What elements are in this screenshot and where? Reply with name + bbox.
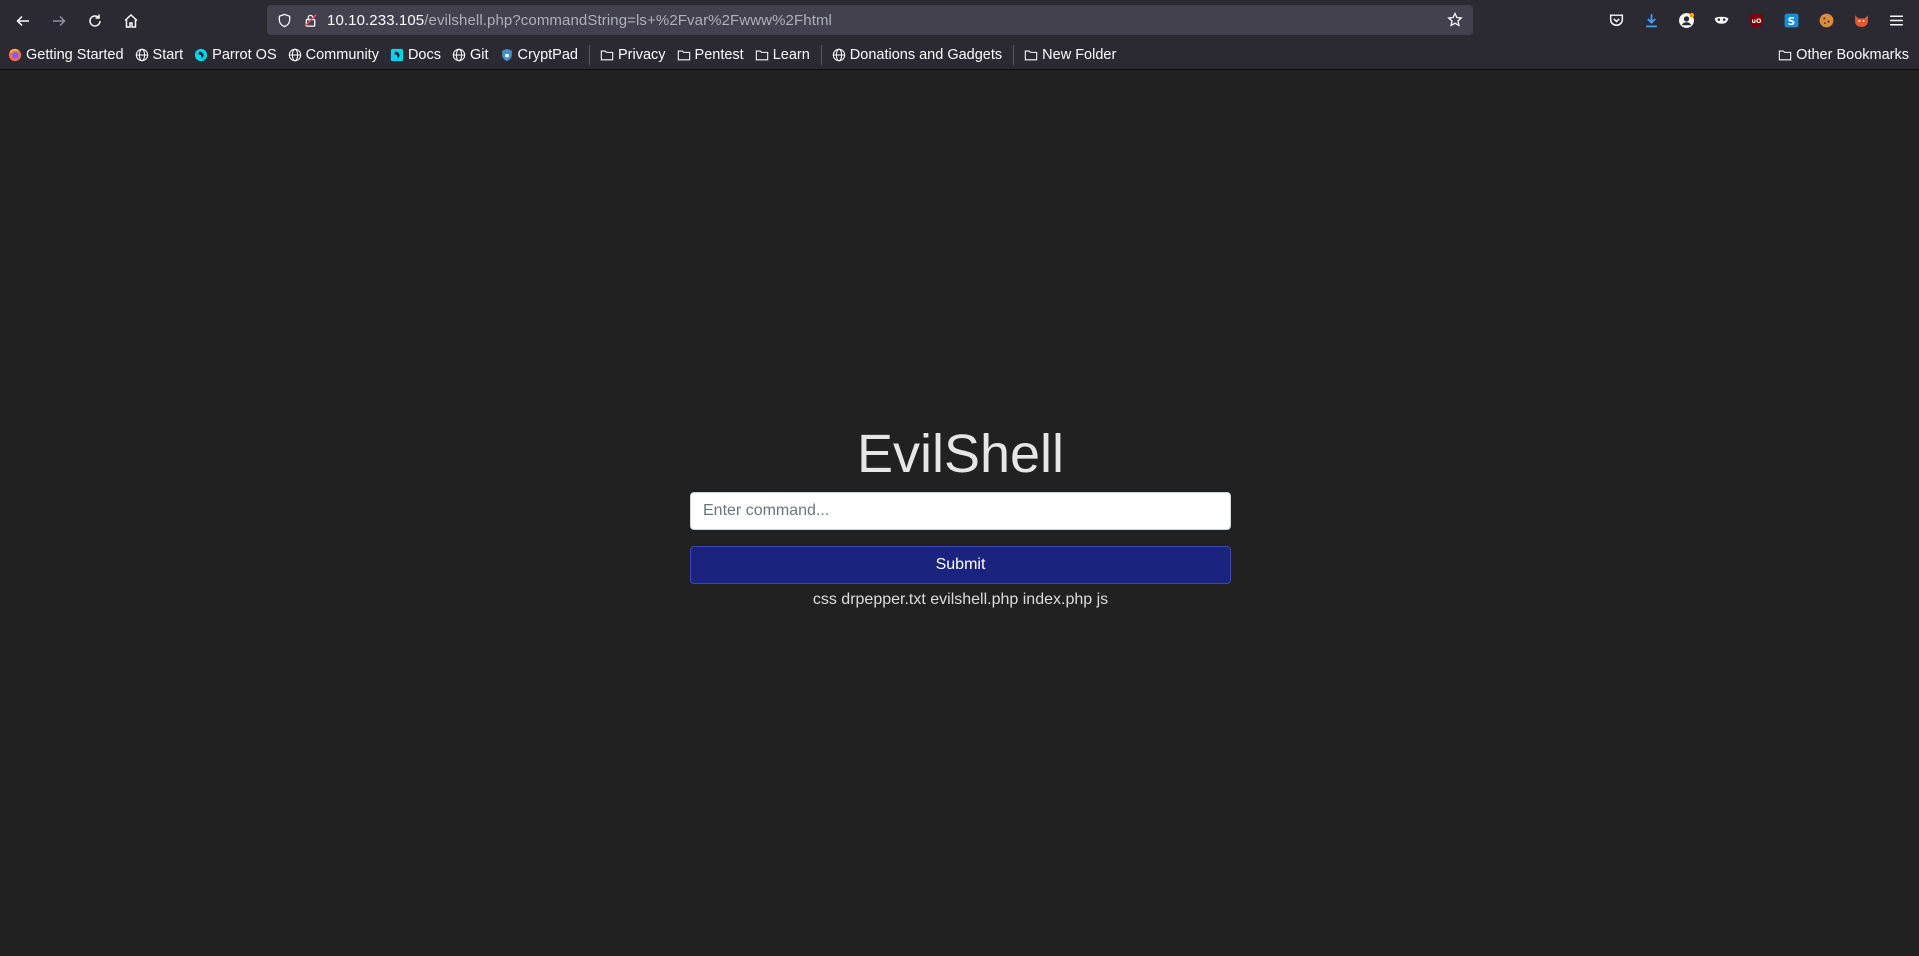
account-icon bbox=[1678, 12, 1694, 28]
bookmark-label: Start bbox=[152, 47, 184, 63]
globe-icon bbox=[135, 48, 148, 62]
home-icon bbox=[124, 13, 138, 28]
extension-s-icon: S bbox=[1784, 13, 1798, 27]
bookmark-separator bbox=[820, 45, 822, 65]
bookmark-cryptpad[interactable]: CryptPad bbox=[500, 47, 578, 63]
pocket-icon bbox=[1609, 13, 1623, 26]
reload-button[interactable] bbox=[80, 6, 110, 36]
app-menu-button[interactable] bbox=[1881, 5, 1911, 35]
parrot-icon bbox=[390, 48, 404, 62]
home-button[interactable] bbox=[116, 6, 146, 36]
toolbar-extensions: uO S bbox=[1596, 5, 1911, 35]
globe-icon bbox=[452, 48, 466, 62]
bookmark-label: Community bbox=[305, 47, 379, 63]
globe-icon bbox=[288, 48, 301, 62]
folder-icon bbox=[755, 50, 768, 61]
bookmarks-toolbar: Getting Started Start Parrot OS Communit… bbox=[0, 41, 1919, 70]
bookmark-label: Donations and Gadgets bbox=[849, 47, 1003, 63]
bookmark-parrot-os[interactable]: Parrot OS bbox=[194, 47, 277, 63]
bookmark-label: Pentest bbox=[694, 47, 744, 63]
browser-window: 10.10.233.105/evilshell.php?commandStrin… bbox=[0, 0, 1919, 956]
account-button[interactable] bbox=[1671, 5, 1701, 35]
insecure-lock-icon[interactable] bbox=[301, 11, 319, 29]
bookmark-folder-pentest[interactable]: Pentest bbox=[677, 47, 744, 63]
svg-text:uO: uO bbox=[1751, 17, 1762, 25]
extension-s-button[interactable]: S bbox=[1776, 5, 1806, 35]
bookmark-separator bbox=[588, 45, 590, 65]
star-icon bbox=[1447, 12, 1463, 27]
url-bar[interactable]: 10.10.233.105/evilshell.php?commandStrin… bbox=[267, 5, 1473, 35]
command-input[interactable] bbox=[690, 492, 1231, 530]
pocket-button[interactable] bbox=[1601, 5, 1631, 35]
url-path: /evilshell.php?commandString=ls+%2Fvar%2… bbox=[424, 11, 832, 29]
page-title: EvilShell bbox=[856, 424, 1065, 484]
bookmark-label: New Folder bbox=[1042, 47, 1117, 63]
extension-mask-icon bbox=[1714, 16, 1728, 24]
command-output: css drpepper.txt evilshell.php index.php… bbox=[812, 591, 1109, 608]
foxyproxy-button[interactable] bbox=[1846, 5, 1876, 35]
folder-icon bbox=[677, 50, 690, 61]
evilshell-form: EvilShell Submit css drpepper.txt evilsh… bbox=[690, 422, 1231, 610]
cookie-editor-button[interactable] bbox=[1811, 5, 1841, 35]
bookmark-label: Docs bbox=[407, 47, 441, 63]
url-text[interactable]: 10.10.233.105/evilshell.php?commandStrin… bbox=[327, 12, 1445, 29]
other-bookmarks-label: Other Bookmarks bbox=[1796, 47, 1909, 63]
bookmark-label: CryptPad bbox=[517, 47, 578, 63]
back-arrow-icon bbox=[16, 15, 29, 26]
bookmark-label: Privacy bbox=[617, 47, 666, 63]
bookmark-docs[interactable]: Docs bbox=[390, 47, 441, 63]
forward-button[interactable] bbox=[44, 6, 74, 36]
bookmark-donations[interactable]: Donations and Gadgets bbox=[832, 47, 1002, 63]
folder-icon bbox=[1024, 50, 1038, 61]
downloads-button[interactable] bbox=[1636, 5, 1666, 35]
firefox-icon bbox=[8, 48, 22, 62]
bookmark-git[interactable]: Git bbox=[452, 47, 489, 63]
bookmark-star-button[interactable] bbox=[1445, 10, 1465, 30]
svg-text:S: S bbox=[1787, 14, 1795, 27]
ublock-button[interactable]: uO bbox=[1741, 5, 1771, 35]
bookmark-label: Getting Started bbox=[26, 47, 124, 63]
bookmark-getting-started[interactable]: Getting Started bbox=[8, 47, 124, 63]
download-icon bbox=[1645, 13, 1657, 27]
extension-1-button[interactable] bbox=[1706, 5, 1736, 35]
cookie-icon bbox=[1819, 13, 1833, 27]
bookmark-folder-new[interactable]: New Folder bbox=[1024, 47, 1116, 63]
bookmark-folder-privacy[interactable]: Privacy bbox=[600, 47, 666, 63]
bookmark-label: Parrot OS bbox=[212, 47, 277, 63]
hamburger-menu-icon bbox=[1889, 14, 1903, 26]
url-host: 10.10.233.105 bbox=[327, 11, 425, 29]
back-button[interactable] bbox=[8, 6, 38, 36]
page-content: EvilShell Submit css drpepper.txt evilsh… bbox=[0, 70, 1919, 956]
bookmark-separator bbox=[1013, 45, 1015, 65]
other-bookmarks[interactable]: Other Bookmarks bbox=[1778, 41, 1909, 69]
bookmark-community[interactable]: Community bbox=[288, 47, 379, 63]
bookmark-folder-learn[interactable]: Learn bbox=[755, 47, 810, 63]
bookmark-start[interactable]: Start bbox=[135, 47, 184, 63]
submit-button[interactable]: Submit bbox=[690, 546, 1231, 584]
tracking-protection-icon[interactable] bbox=[275, 11, 293, 29]
bookmark-label: Learn bbox=[772, 47, 810, 63]
shield-icon bbox=[501, 48, 512, 62]
ublock-origin-icon: uO bbox=[1749, 12, 1763, 28]
folder-icon bbox=[600, 50, 614, 61]
folder-icon bbox=[1778, 50, 1792, 61]
navigation-toolbar: 10.10.233.105/evilshell.php?commandStrin… bbox=[0, 0, 1919, 41]
reload-icon bbox=[89, 14, 101, 27]
parrot-icon bbox=[195, 48, 208, 62]
foxyproxy-icon bbox=[1854, 14, 1868, 27]
globe-icon bbox=[832, 48, 846, 62]
forward-arrow-icon bbox=[53, 15, 66, 26]
bookmark-label: Git bbox=[470, 47, 489, 63]
